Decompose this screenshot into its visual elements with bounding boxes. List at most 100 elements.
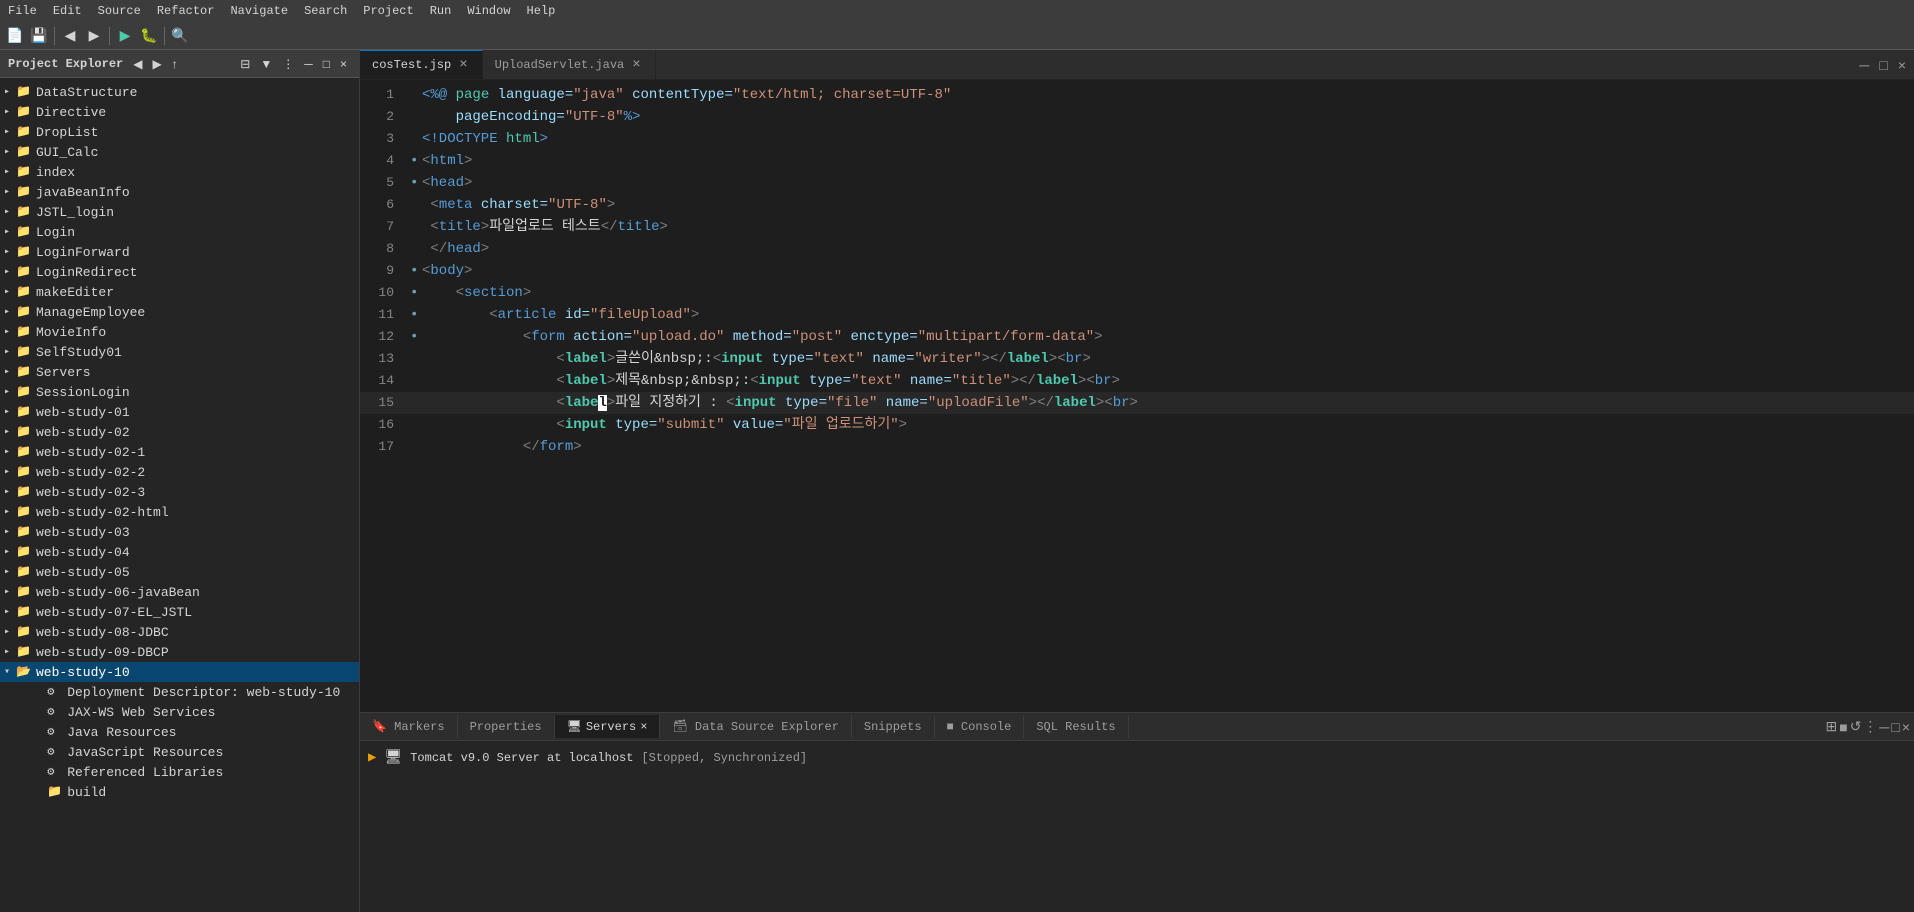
bottom-stop-btn[interactable]: ■ [1839, 719, 1847, 735]
sidebar-item-13[interactable]: ▸📁SelfStudy01 [0, 342, 359, 362]
tab-close-all-btn[interactable]: × [1894, 55, 1910, 75]
sidebar-item-34[interactable]: ⚙Referenced Libraries [0, 762, 359, 782]
sidebar-item-19[interactable]: ▸📁web-study-02-2 [0, 462, 359, 482]
toolbar-debug-btn[interactable]: 🐛 [138, 25, 160, 47]
code-line-9[interactable]: 9•<body> [360, 260, 1914, 282]
sidebar-item-7[interactable]: ▸📁Login [0, 222, 359, 242]
menu-edit[interactable]: Edit [53, 4, 82, 18]
code-line-8[interactable]: 8 </head> [360, 238, 1914, 260]
sidebar-item-33[interactable]: ⚙JavaScript Resources [0, 742, 359, 762]
code-line-14[interactable]: 14 <label>제목&nbsp;&nbsp;:<input type="te… [360, 370, 1914, 392]
tab-costest-jsp-close[interactable]: × [457, 57, 469, 73]
toolbar-new-btn[interactable]: 📄 [4, 25, 26, 47]
tab-costest-jsp[interactable]: cosTest.jsp × [360, 50, 483, 79]
code-line-11[interactable]: 11• <article id="fileUpload"> [360, 304, 1914, 326]
bottom-more-btn[interactable]: ⋮ [1863, 718, 1877, 735]
sidebar-item-23[interactable]: ▸📁web-study-04 [0, 542, 359, 562]
bottom-new-btn[interactable]: ⊞ [1825, 718, 1837, 735]
sidebar-close-btn[interactable]: × [336, 55, 351, 73]
sidebar-item-21[interactable]: ▸📁web-study-02-html [0, 502, 359, 522]
sidebar-item-4[interactable]: ▸📁index [0, 162, 359, 182]
code-line-3[interactable]: 3<!DOCTYPE html> [360, 128, 1914, 150]
sidebar-item-11[interactable]: ▸📁ManageEmployee [0, 302, 359, 322]
tab-uploadservlet-java[interactable]: UploadServlet.java × [483, 50, 656, 79]
bottom-tab-servers[interactable]: 🖥 Servers × [555, 715, 661, 738]
server-item[interactable]: ▶ 🖥 Tomcat v9.0 Server at localhost [Sto… [368, 745, 1906, 770]
sidebar-item-30[interactable]: ⚙Deployment Descriptor: web-study-10 [0, 682, 359, 702]
bottom-tab-datasource[interactable]: 🗃 Data Source Explorer [660, 715, 851, 738]
sidebar-item-8[interactable]: ▸📁LoginForward [0, 242, 359, 262]
bottom-tab-console[interactable]: ■ Console [935, 716, 1025, 738]
menu-help[interactable]: Help [527, 4, 556, 18]
sidebar-item-31[interactable]: ⚙JAX-WS Web Services [0, 702, 359, 722]
toolbar-back-btn[interactable]: ◀ [59, 25, 81, 47]
sidebar-item-12[interactable]: ▸📁MovieInfo [0, 322, 359, 342]
sidebar-minimize-btn[interactable]: ─ [300, 55, 317, 73]
sidebar-menu-btn[interactable]: ⋮ [278, 55, 298, 73]
code-line-16[interactable]: 16 <input type="submit" value="파일 업로드하기"… [360, 414, 1914, 436]
sidebar-collapse-btn[interactable]: ⊟ [236, 55, 254, 73]
sidebar-item-6[interactable]: ▸📁JSTL_login [0, 202, 359, 222]
code-line-6[interactable]: 6 <meta charset="UTF-8"> [360, 194, 1914, 216]
bottom-tab-snippets[interactable]: Snippets [852, 716, 935, 738]
tab-uploadservlet-java-close[interactable]: × [630, 57, 642, 73]
code-line-2[interactable]: 2 pageEncoding="UTF-8"%> [360, 106, 1914, 128]
menu-project[interactable]: Project [363, 4, 413, 18]
sidebar-item-18[interactable]: ▸📁web-study-02-1 [0, 442, 359, 462]
menu-search[interactable]: Search [304, 4, 347, 18]
tab-minimize-btn[interactable]: ─ [1855, 55, 1873, 75]
sidebar-up-btn[interactable]: ↑ [168, 55, 182, 73]
bottom-maximize-btn[interactable]: □ [1891, 719, 1899, 735]
bottom-tab-sql[interactable]: SQL Results [1024, 716, 1128, 738]
menu-refactor[interactable]: Refactor [157, 4, 215, 18]
sidebar-item-22[interactable]: ▸📁web-study-03 [0, 522, 359, 542]
menu-file[interactable]: File [8, 4, 37, 18]
sidebar-maximize-btn[interactable]: □ [319, 55, 334, 73]
toolbar-save-btn[interactable]: 💾 [28, 25, 50, 47]
sidebar-item-14[interactable]: ▸📁Servers [0, 362, 359, 382]
code-line-7[interactable]: 7 <title>파일업로드 테스트</title> [360, 216, 1914, 238]
sidebar-item-32[interactable]: ⚙Java Resources [0, 722, 359, 742]
code-line-4[interactable]: 4•<html> [360, 150, 1914, 172]
code-line-17[interactable]: 17 </form> [360, 436, 1914, 458]
sidebar-item-3[interactable]: ▸📁GUI_Calc [0, 142, 359, 162]
code-editor[interactable]: 1<%@ page language="java" contentType="t… [360, 80, 1914, 712]
toolbar-forward-btn[interactable]: ▶ [83, 25, 105, 47]
sidebar-item-29[interactable]: ▾📂web-study-10 [0, 662, 359, 682]
sidebar-item-0[interactable]: ▸📁DataStructure [0, 82, 359, 102]
sidebar-filter-btn[interactable]: ▼ [256, 55, 276, 73]
code-line-1[interactable]: 1<%@ page language="java" contentType="t… [360, 84, 1914, 106]
sidebar-item-28[interactable]: ▸📁web-study-09-DBCP [0, 642, 359, 662]
menu-run[interactable]: Run [430, 4, 452, 18]
code-line-13[interactable]: 13 <label>글쓴이&nbsp;:<input type="text" n… [360, 348, 1914, 370]
sidebar-item-35[interactable]: 📁build [0, 782, 359, 802]
sidebar-item-1[interactable]: ▸📁Directive [0, 102, 359, 122]
bottom-tab-servers-close[interactable]: × [640, 720, 647, 734]
sidebar-item-2[interactable]: ▸📁DropList [0, 122, 359, 142]
bottom-close-btn[interactable]: × [1902, 719, 1910, 735]
sidebar-back-btn[interactable]: ◀ [129, 55, 146, 73]
sidebar-item-20[interactable]: ▸📁web-study-02-3 [0, 482, 359, 502]
sidebar-item-10[interactable]: ▸📁makeEditer [0, 282, 359, 302]
bottom-tab-markers[interactable]: 🔖 Markers [360, 715, 458, 738]
menu-window[interactable]: Window [467, 4, 510, 18]
tab-maximize-btn[interactable]: □ [1875, 55, 1891, 75]
sidebar-item-27[interactable]: ▸📁web-study-08-JDBC [0, 622, 359, 642]
toolbar-run-btn[interactable]: ▶ [114, 25, 136, 47]
code-line-5[interactable]: 5•<head> [360, 172, 1914, 194]
sidebar-item-9[interactable]: ▸📁LoginRedirect [0, 262, 359, 282]
sidebar-forward-btn[interactable]: ▶ [148, 55, 165, 73]
sidebar-item-5[interactable]: ▸📁javaBeanInfo [0, 182, 359, 202]
code-line-12[interactable]: 12• <form action="upload.do" method="pos… [360, 326, 1914, 348]
sidebar-item-16[interactable]: ▸📁web-study-01 [0, 402, 359, 422]
sidebar-item-15[interactable]: ▸📁SessionLogin [0, 382, 359, 402]
toolbar-search-btn[interactable]: 🔍 [169, 25, 191, 47]
sidebar-item-17[interactable]: ▸📁web-study-02 [0, 422, 359, 442]
menu-navigate[interactable]: Navigate [230, 4, 288, 18]
bottom-minimize-btn[interactable]: ─ [1879, 719, 1889, 735]
sidebar-item-25[interactable]: ▸📁web-study-06-javaBean [0, 582, 359, 602]
sidebar-item-26[interactable]: ▸📁web-study-07-EL_JSTL [0, 602, 359, 622]
bottom-restart-btn[interactable]: ↺ [1850, 718, 1862, 735]
code-line-10[interactable]: 10• <section> [360, 282, 1914, 304]
menu-source[interactable]: Source [98, 4, 141, 18]
